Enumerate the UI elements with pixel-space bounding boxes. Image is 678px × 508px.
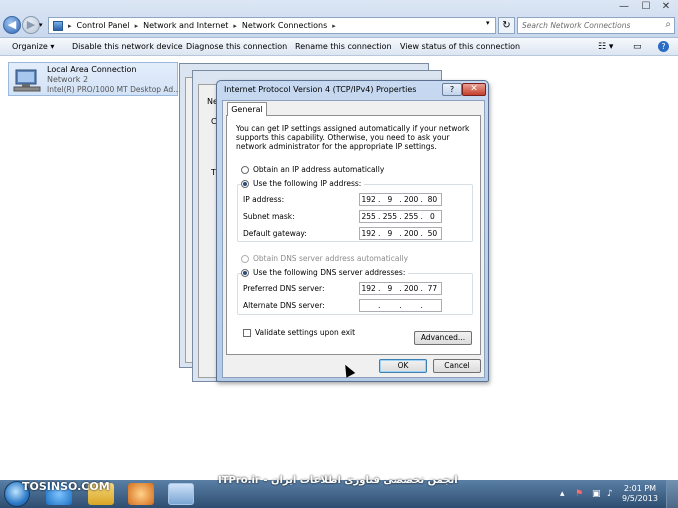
breadcrumb-chevron-icon: ▸ — [332, 21, 336, 30]
change-view-icon[interactable]: ☷ ▾ — [598, 42, 613, 52]
octet: 255 — [382, 212, 398, 221]
use-following-dns-radio[interactable]: Use the following DNS server addresses: — [241, 268, 409, 277]
octet: 0 — [429, 212, 435, 221]
show-desktop-button[interactable] — [666, 480, 678, 508]
cancel-button[interactable]: Cancel — [433, 359, 481, 373]
network-adapter-icon — [13, 69, 41, 92]
subnet-mask-label: Subnet mask: — [243, 212, 295, 221]
octet: 200 — [403, 195, 419, 204]
connection-device: Intel(R) PRO/1000 MT Desktop Ad... — [47, 85, 181, 94]
octet: 200 — [403, 284, 419, 293]
alternate-dns-label: Alternate DNS server: — [243, 301, 325, 310]
breadcrumb-control-panel[interactable]: Control Panel — [77, 21, 130, 30]
back-arrow-icon[interactable]: ◀ — [3, 16, 21, 34]
intro-text: You can get IP settings assigned automat… — [236, 124, 470, 151]
help-icon[interactable]: ? — [658, 41, 669, 52]
address-dropdown-icon[interactable]: ▾ — [486, 19, 490, 27]
octet: 9 — [387, 195, 393, 204]
radio-icon — [241, 254, 249, 263]
breadcrumb-chevron-icon: ▸ — [68, 21, 72, 30]
subnet-mask-field[interactable]: 255. 255. 255. 0 — [359, 210, 442, 223]
ip-address-field[interactable]: 192. 9. 200. 80 — [359, 193, 442, 206]
validate-label: Validate settings upon exit — [255, 328, 356, 337]
dialog-title: Internet Protocol Version 4 (TCP/IPv4) P… — [224, 85, 417, 94]
octet: 192 — [361, 229, 376, 238]
octet: 255 — [403, 212, 419, 221]
default-gateway-field[interactable]: 192. 9. 200. 50 — [359, 227, 442, 240]
action-center-icon[interactable]: ⚑ — [575, 489, 583, 499]
dialog-close-button[interactable]: ✕ — [462, 83, 486, 96]
maximize-icon[interactable]: ☐ — [636, 1, 656, 12]
recent-pages-chevron-icon[interactable]: ▾ — [39, 21, 43, 29]
watermark-left: TOSINSO.COM — [22, 480, 110, 493]
general-panel: You can get IP settings assigned automat… — [226, 115, 481, 355]
use-following-ip-radio[interactable]: Use the following IP address: — [241, 179, 365, 188]
use-following-dns-label: Use the following DNS server addresses: — [253, 268, 406, 277]
dialog-help-button[interactable]: ? — [442, 83, 462, 96]
network-connections-taskbar-icon[interactable] — [168, 483, 194, 505]
default-gateway-label: Default gateway: — [243, 229, 307, 238]
use-following-ip-label: Use the following IP address: — [253, 179, 362, 188]
breadcrumb-chevron-icon: ▸ — [233, 21, 237, 30]
checkbox-icon — [243, 328, 251, 337]
clock-time: 2:01 PM — [623, 484, 657, 493]
obtain-ip-auto-label: Obtain an IP address automatically — [253, 165, 385, 174]
address-bar-area: — ☐ ✕ ◀ ▶ ▾ ▸ Control Panel ▸ Network an… — [0, 0, 678, 38]
command-bar: Organize ▾ Disable this network device D… — [0, 38, 678, 56]
search-placeholder: Search Network Connections — [522, 21, 631, 30]
radio-selected-icon — [241, 179, 249, 188]
validate-checkbox[interactable]: Validate settings upon exit — [243, 328, 355, 337]
rename-button[interactable]: Rename this connection — [295, 42, 392, 51]
control-panel-icon — [53, 20, 63, 31]
breadcrumb-network-and-internet[interactable]: Network and Internet — [143, 21, 228, 30]
diagnose-button[interactable]: Diagnose this connection — [186, 42, 287, 51]
clock[interactable]: 2:01 PM 9/5/2013 — [622, 484, 658, 504]
obtain-dns-auto-radio[interactable]: Obtain DNS server address automatically — [241, 254, 408, 263]
preferred-dns-field[interactable]: 192. 9. 200. 77 — [359, 282, 442, 295]
forward-arrow-icon[interactable]: ▶ — [22, 16, 40, 34]
connection-name: Local Area Connection — [47, 65, 137, 74]
disable-device-button[interactable]: Disable this network device — [72, 42, 183, 51]
tab-general[interactable]: General — [227, 102, 267, 116]
refresh-icon[interactable]: ↻ — [498, 17, 515, 34]
radio-selected-icon — [241, 268, 249, 277]
search-input[interactable]: Search Network Connections ⌕ — [517, 17, 675, 34]
volume-icon[interactable]: ♪ — [607, 489, 613, 499]
watermark-right: ITPro.ir - انجمن تخصصی فناوری اطلاعات ای… — [218, 475, 458, 486]
search-icon: ⌕ — [665, 19, 671, 30]
view-status-button[interactable]: View status of this connection — [400, 42, 520, 51]
ipv4-properties-dialog: Internet Protocol Version 4 (TCP/IPv4) P… — [216, 80, 489, 382]
ip-address-label: IP address: — [243, 195, 285, 204]
minimize-icon[interactable]: — — [614, 1, 634, 12]
octet: 9 — [387, 229, 393, 238]
breadcrumb-chevron-icon: ▸ — [134, 21, 139, 30]
address-box[interactable]: ▸ Control Panel ▸ Network and Internet ▸… — [48, 17, 496, 34]
obtain-ip-auto-radio[interactable]: Obtain an IP address automatically — [241, 165, 384, 174]
ok-button[interactable]: OK — [379, 359, 427, 373]
octet: 192 — [361, 195, 376, 204]
octet: 255 — [361, 212, 376, 221]
radio-icon — [241, 165, 249, 174]
window-close-icon[interactable]: ✕ — [656, 1, 676, 12]
connection-network: Network 2 — [47, 75, 89, 84]
clock-date: 9/5/2013 — [622, 494, 658, 503]
obtain-dns-auto-label: Obtain DNS server address automatically — [253, 254, 409, 263]
advanced-button[interactable]: Advanced... — [414, 331, 472, 345]
local-area-connection-item[interactable]: Local Area Connection Network 2 Intel(R)… — [8, 62, 181, 96]
octet: 50 — [427, 229, 438, 238]
octet: 9 — [387, 284, 393, 293]
dialog-body: General You can get IP settings assigned… — [222, 100, 485, 378]
media-player-icon[interactable] — [128, 483, 154, 505]
network-tray-icon[interactable]: ▣ — [592, 489, 601, 499]
octet: 77 — [427, 284, 438, 293]
alternate-dns-field[interactable]: . . . — [359, 299, 442, 312]
octet: 200 — [403, 229, 419, 238]
organize-menu[interactable]: Organize ▾ — [12, 42, 54, 51]
show-hidden-icons-icon[interactable]: ▴ — [560, 489, 565, 499]
preview-pane-icon[interactable]: ▭ — [633, 42, 642, 52]
octet: 192 — [361, 284, 376, 293]
octet: 80 — [427, 195, 438, 204]
breadcrumb-network-connections[interactable]: Network Connections — [242, 21, 327, 30]
preferred-dns-label: Preferred DNS server: — [243, 284, 325, 293]
